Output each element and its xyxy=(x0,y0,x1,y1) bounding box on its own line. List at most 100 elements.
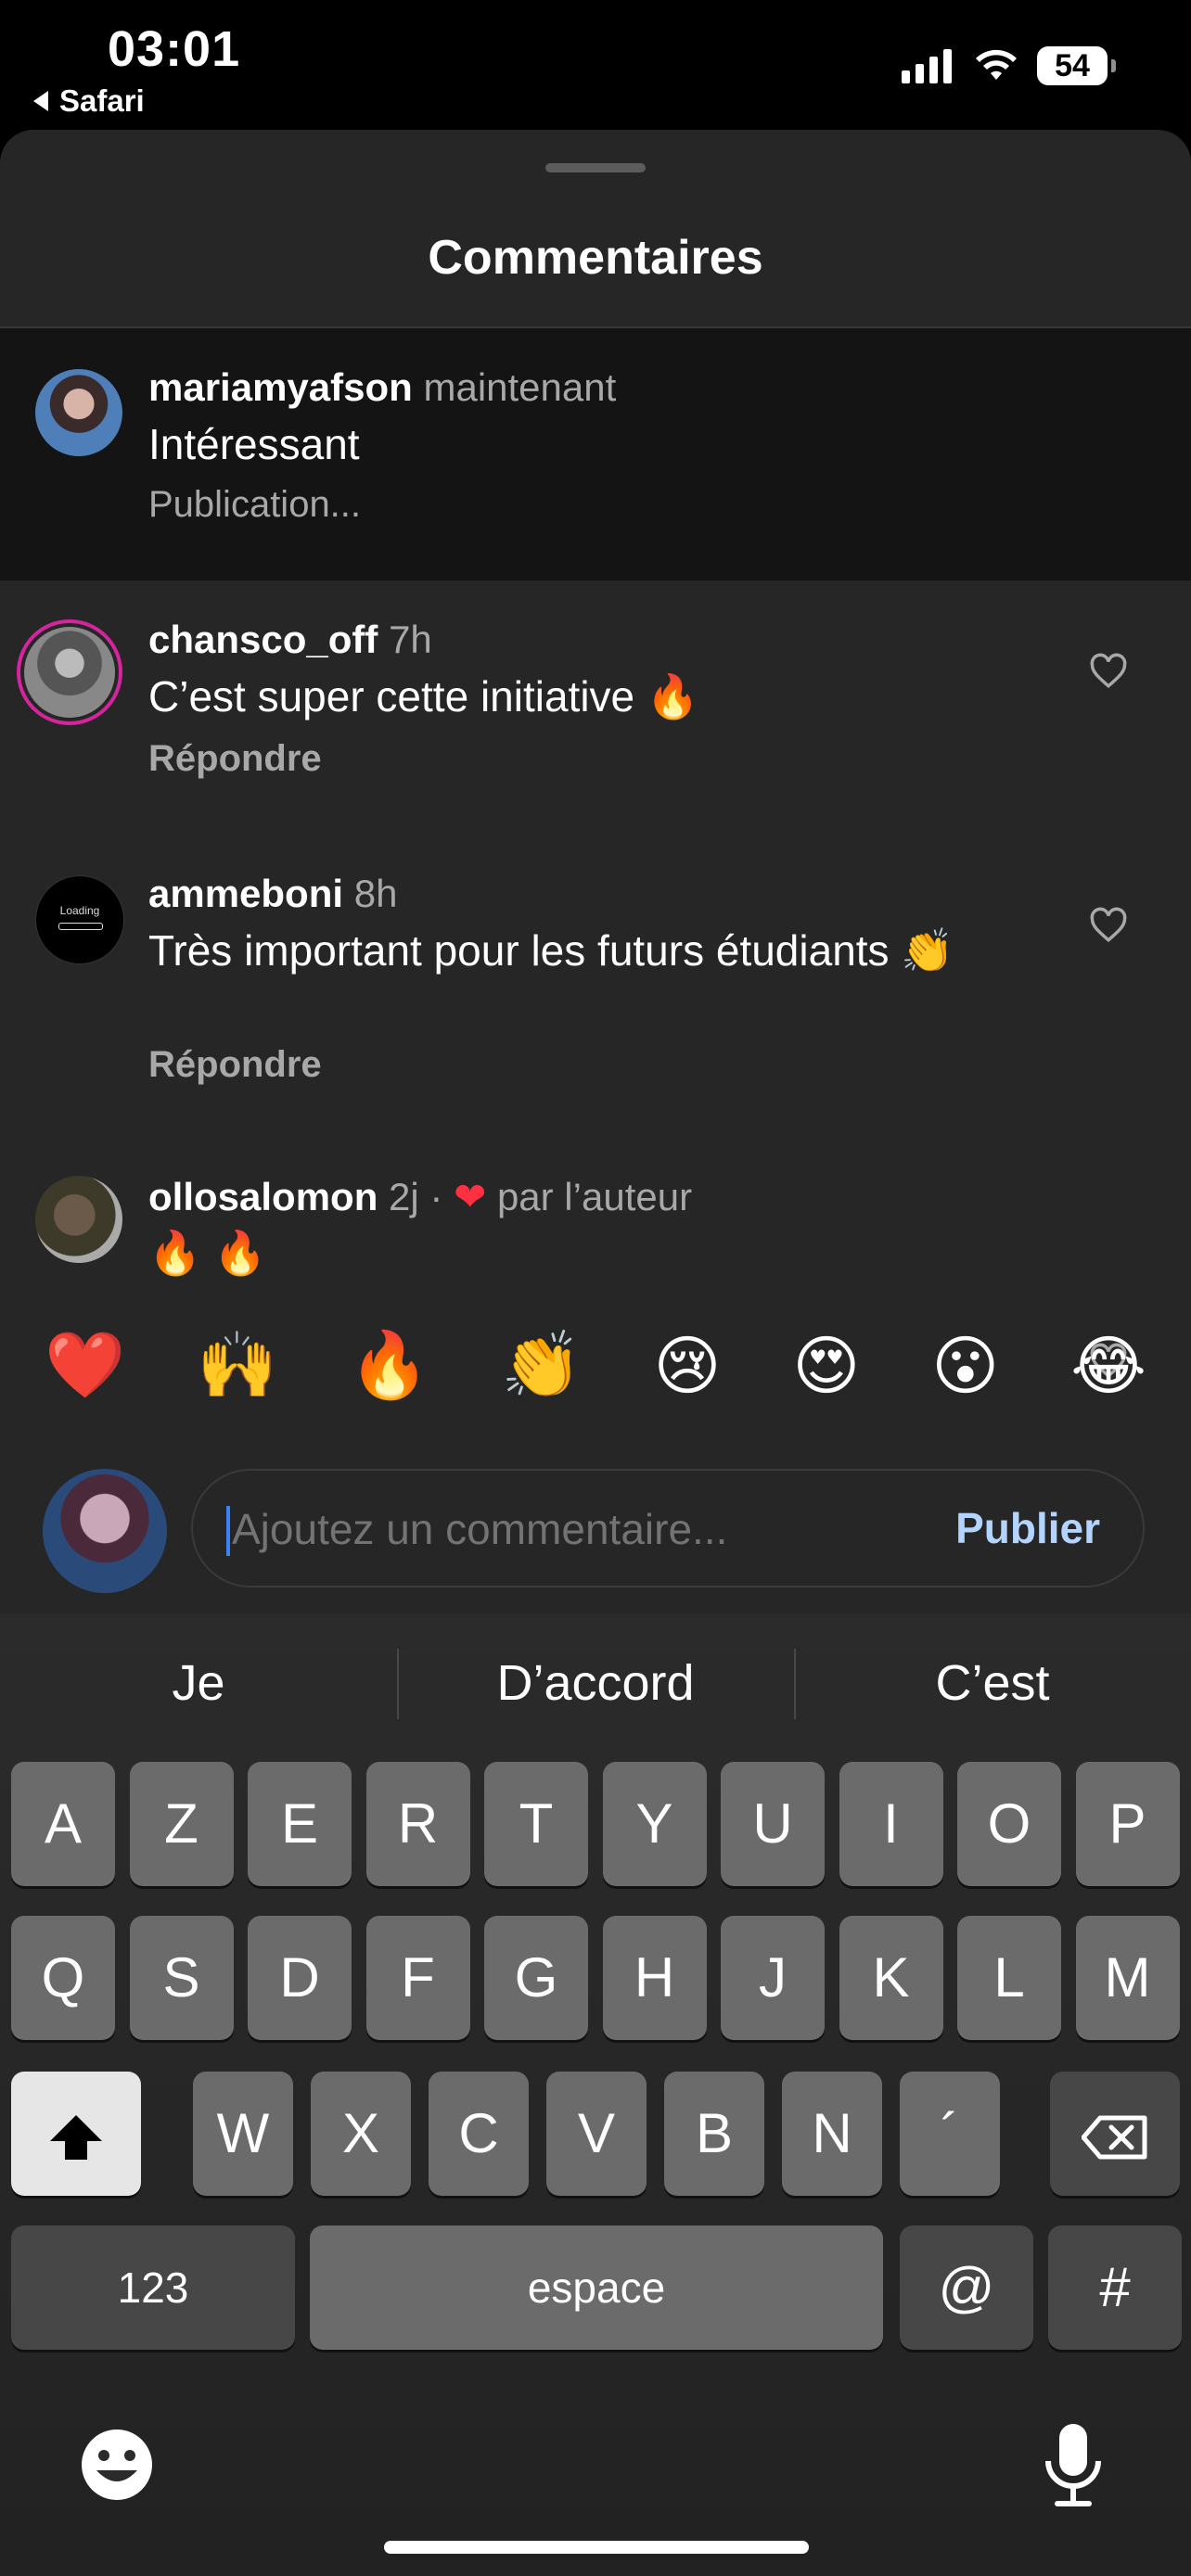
comment-posting-status: Publication... xyxy=(148,484,362,525)
delete-key[interactable] xyxy=(1050,2072,1180,2196)
shift-arrow-icon xyxy=(50,2115,102,2161)
comment-input[interactable] xyxy=(230,1471,939,1588)
reply-button[interactable]: Répondre xyxy=(148,1044,322,1086)
avatar[interactable]: Loading xyxy=(35,875,124,964)
comment-item: ollosalomon 2j · ❤ par l’auteur 🔥 🔥 xyxy=(0,1141,1191,1379)
home-indicator[interactable] xyxy=(384,2541,809,2554)
comment-composer: Publier xyxy=(191,1469,1145,1588)
letter-key[interactable]: V xyxy=(546,2072,647,2196)
like-heart-icon[interactable] xyxy=(1089,907,1128,944)
comment-time: 7h xyxy=(389,618,432,661)
comment-item: Loading ammeboni 8h Très important pour … xyxy=(0,835,1191,1141)
back-to-safari-link[interactable]: Safari xyxy=(33,83,145,119)
avatar[interactable] xyxy=(17,619,122,725)
letter-key[interactable]: A xyxy=(11,1762,115,1886)
letter-key[interactable]: O xyxy=(957,1762,1061,1886)
author-liked-heart-icon: ❤ xyxy=(454,1175,487,1218)
comment-time: maintenant xyxy=(423,365,617,409)
emoji-laughing-button[interactable]: 😂 xyxy=(1070,1328,1146,1404)
suggestion-item[interactable]: D’accord xyxy=(397,1613,794,1753)
emoji-keyboard-icon[interactable] xyxy=(78,2426,156,2504)
liked-by-author-label: par l’auteur xyxy=(496,1175,693,1218)
letter-key[interactable]: C xyxy=(429,2072,529,2196)
status-bar: 03:01 Safari 54 xyxy=(0,0,1191,130)
comment-item: chansco_off 7h C’est super cette initiat… xyxy=(0,580,1191,835)
letter-key[interactable]: I xyxy=(839,1762,943,1886)
comment-text: 🔥 🔥 xyxy=(148,1229,267,1277)
publish-button[interactable]: Publier xyxy=(955,1471,1100,1586)
keyboard: Je D’accord C’est AZERTYUIOP QSDFGHJKLM WX… xyxy=(0,1613,1191,2576)
letter-key[interactable]: Q xyxy=(11,1916,115,2040)
letter-key[interactable]: E xyxy=(248,1762,352,1886)
current-user-avatar xyxy=(43,1469,167,1593)
sheet-title: Commentaires xyxy=(428,231,763,285)
comment-header: ammeboni 8h xyxy=(148,872,397,916)
comment-header: mariamyafson maintenant xyxy=(148,365,616,410)
letter-key[interactable]: P xyxy=(1075,1762,1180,1886)
letter-key[interactable]: L xyxy=(957,1916,1061,2040)
avatar[interactable] xyxy=(35,369,122,456)
emoji-crying-button[interactable]: 😢 xyxy=(653,1328,721,1404)
predictive-bar: Je D’accord C’est xyxy=(0,1613,1191,1753)
comment-header: ollosalomon 2j · ❤ par l’auteur xyxy=(148,1174,692,1219)
letter-key[interactable]: K xyxy=(839,1916,943,2040)
letter-key[interactable]: T xyxy=(484,1762,588,1886)
avatar-loading-bar xyxy=(58,923,103,930)
letter-key[interactable]: H xyxy=(602,1916,707,2040)
comment-item: mariamyafson maintenant Intéressant Publ… xyxy=(0,328,1191,580)
numbers-key[interactable]: 123 xyxy=(11,2225,295,2350)
suggestion-item[interactable]: Je xyxy=(0,1613,397,1753)
letter-key[interactable]: B xyxy=(664,2072,764,2196)
letter-key[interactable]: M xyxy=(1075,1916,1180,2040)
microphone-icon[interactable] xyxy=(1043,2420,1104,2509)
comment-username[interactable]: mariamyafson xyxy=(148,365,413,409)
back-app-label: Safari xyxy=(59,83,145,118)
letter-key[interactable]: R xyxy=(365,1762,470,1886)
emoji-surprised-button[interactable]: 😮 xyxy=(931,1328,999,1404)
letter-key[interactable]: D xyxy=(248,1916,352,2040)
letter-key[interactable]: Y xyxy=(602,1762,707,1886)
status-time: 03:01 xyxy=(108,21,241,77)
quick-emoji-bar: ❤️ 🙌 🔥 👏 😢 😍 😮 😂 xyxy=(0,1306,1191,1426)
comment-username[interactable]: chansco_off xyxy=(148,618,378,661)
wifi-icon xyxy=(976,49,1017,80)
emoji-clap-button[interactable]: 👏 xyxy=(501,1328,582,1404)
letter-key[interactable]: F xyxy=(365,1916,470,2040)
letter-key[interactable]: W xyxy=(193,2072,293,2196)
back-arrow-icon xyxy=(33,91,48,111)
comment-time: 8h xyxy=(353,872,398,915)
shift-key[interactable] xyxy=(11,2072,141,2196)
emoji-heart-button[interactable]: ❤️ xyxy=(45,1328,125,1404)
letter-key[interactable]: X xyxy=(311,2072,411,2196)
comment-header: chansco_off 7h xyxy=(148,618,432,662)
letter-key[interactable]: J xyxy=(721,1916,825,2040)
comment-username[interactable]: ollosalomon xyxy=(148,1175,378,1218)
comment-text: C’est super cette initiative 🔥 xyxy=(148,672,700,721)
like-heart-icon[interactable] xyxy=(1089,653,1128,690)
sheet-grabber[interactable] xyxy=(545,163,646,172)
suggestion-item[interactable]: C’est xyxy=(794,1613,1191,1753)
letter-key[interactable]: S xyxy=(129,1916,234,2040)
avatar-loading-label: Loading xyxy=(59,904,100,917)
hash-key[interactable]: # xyxy=(1048,2225,1182,2350)
comment-time: 2j · xyxy=(389,1175,443,1218)
letter-key[interactable]: N xyxy=(782,2072,882,2196)
letter-key[interactable]: G xyxy=(484,1916,588,2040)
reply-button[interactable]: Répondre xyxy=(148,738,322,780)
emoji-raised-hands-button[interactable]: 🙌 xyxy=(197,1328,277,1404)
battery-icon: 54 xyxy=(1037,46,1116,85)
backspace-icon xyxy=(1081,2115,1147,2160)
emoji-fire-button[interactable]: 🔥 xyxy=(349,1328,429,1404)
comment-text: Intéressant xyxy=(148,420,360,468)
letter-key[interactable]: U xyxy=(721,1762,825,1886)
emoji-heart-eyes-button[interactable]: 😍 xyxy=(792,1328,860,1404)
space-key[interactable]: espace xyxy=(310,2225,883,2350)
battery-level: 54 xyxy=(1055,47,1090,83)
at-key[interactable]: @ xyxy=(900,2225,1033,2350)
letter-key[interactable]: ´ xyxy=(900,2072,1000,2196)
comments-sheet: Commentaires mariamyafson maintenant Int… xyxy=(0,130,1191,1613)
comment-username[interactable]: ammeboni xyxy=(148,872,343,915)
letter-key[interactable]: Z xyxy=(129,1762,234,1886)
avatar[interactable] xyxy=(35,1176,122,1263)
cellular-signal-icon xyxy=(902,48,952,83)
